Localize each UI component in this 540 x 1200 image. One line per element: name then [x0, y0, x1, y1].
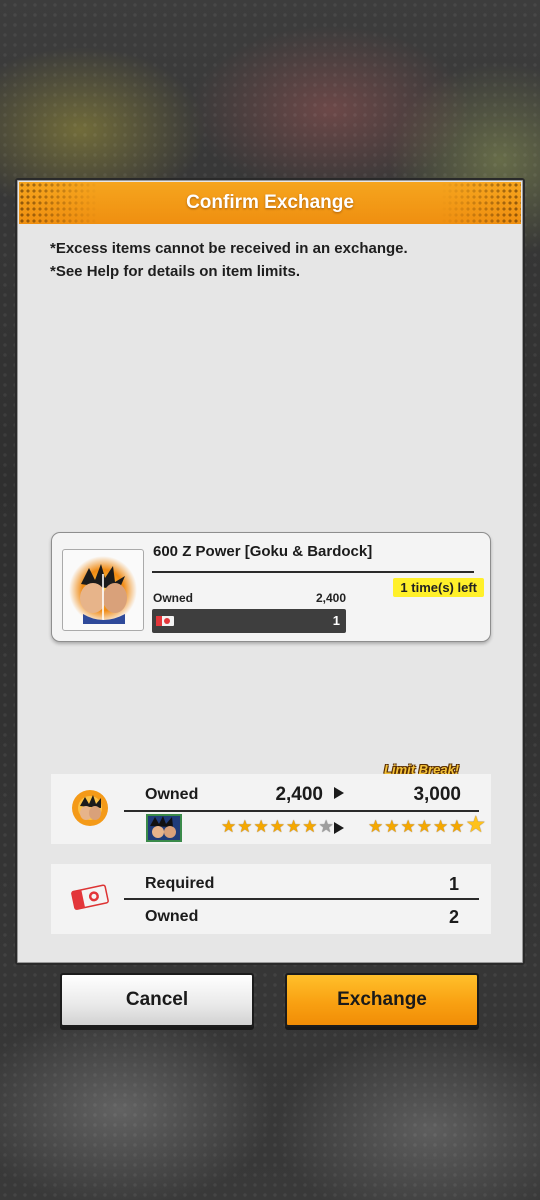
exchange-ticket-icon — [71, 884, 109, 910]
star-icon: ★ — [384, 817, 400, 836]
item-thumbnail — [62, 549, 144, 631]
star-icon: ★ — [302, 817, 318, 836]
note-excess-items: *Excess items cannot be received in an e… — [50, 240, 408, 257]
ticket-icon — [156, 616, 174, 626]
limit-break-from-value: 2,400 — [275, 784, 323, 805]
star-icon: ★ — [465, 811, 487, 837]
star-icon: ★ — [368, 817, 384, 836]
item-owned-label: Owned — [153, 591, 194, 605]
goku-bardock-portrait-icon — [69, 556, 137, 624]
confirm-exchange-dialog: Confirm Exchange *Excess items cannot be… — [15, 178, 525, 965]
limit-break-panel: Owned 2,400 3,000 ★ ★ ★ ★ ★ ★ ★ ★ ★ ★ ★ ★ ★ ★ — [51, 774, 491, 844]
star-icon: ★ — [449, 817, 465, 836]
times-left-badge: 1 time(s) left — [393, 578, 484, 597]
limit-break-divider — [124, 810, 479, 812]
owned-value: 2 — [448, 907, 459, 927]
dialog-title: Confirm Exchange — [186, 192, 354, 213]
stars-before: ★ ★ ★ ★ ★ ★ ★ — [221, 818, 334, 835]
star-icon: ★ — [400, 817, 416, 836]
required-value: 1 — [448, 874, 459, 894]
star-icon: ★ — [416, 817, 432, 836]
cancel-button[interactable]: Cancel — [60, 973, 254, 1027]
stars-after: ★ ★ ★ ★ ★ ★ ★ — [368, 813, 486, 836]
item-cost-bar: 1 — [152, 609, 346, 633]
requirement-panel: Required 1 Owned 2 — [51, 864, 491, 934]
star-icon: ★ — [237, 817, 253, 836]
star-icon: ★ — [269, 817, 285, 836]
item-name: 600 Z Power [Goku & Bardock] — [153, 543, 373, 560]
item-card: 600 Z Power [Goku & Bardock] 1 time(s) l… — [51, 532, 491, 642]
star-icon: ★ — [221, 817, 237, 836]
arrow-right-icon — [334, 822, 344, 834]
star-icon: ★ — [318, 817, 334, 836]
character-portrait-icon — [146, 814, 182, 842]
required-label: Required — [145, 875, 215, 892]
arrow-right-icon — [334, 787, 344, 799]
star-icon: ★ — [253, 817, 269, 836]
dialog-header: Confirm Exchange — [19, 182, 521, 224]
star-icon: ★ — [433, 817, 449, 836]
item-owned-value: 2,400 — [316, 591, 347, 605]
star-icon: ★ — [286, 817, 302, 836]
owned-label: Owned — [145, 908, 199, 925]
limit-break-to-value: 3,000 — [413, 784, 461, 805]
notes: *Excess items cannot be received in an e… — [50, 237, 490, 283]
note-see-help: *See Help for details on item limits. — [50, 263, 301, 280]
item-cost-value: 1 — [332, 613, 340, 628]
requirement-divider — [124, 898, 479, 900]
item-divider — [152, 571, 474, 573]
z-power-icon — [72, 790, 108, 826]
exchange-button[interactable]: Exchange — [285, 973, 479, 1027]
limit-break-owned-label: Owned — [145, 786, 199, 803]
